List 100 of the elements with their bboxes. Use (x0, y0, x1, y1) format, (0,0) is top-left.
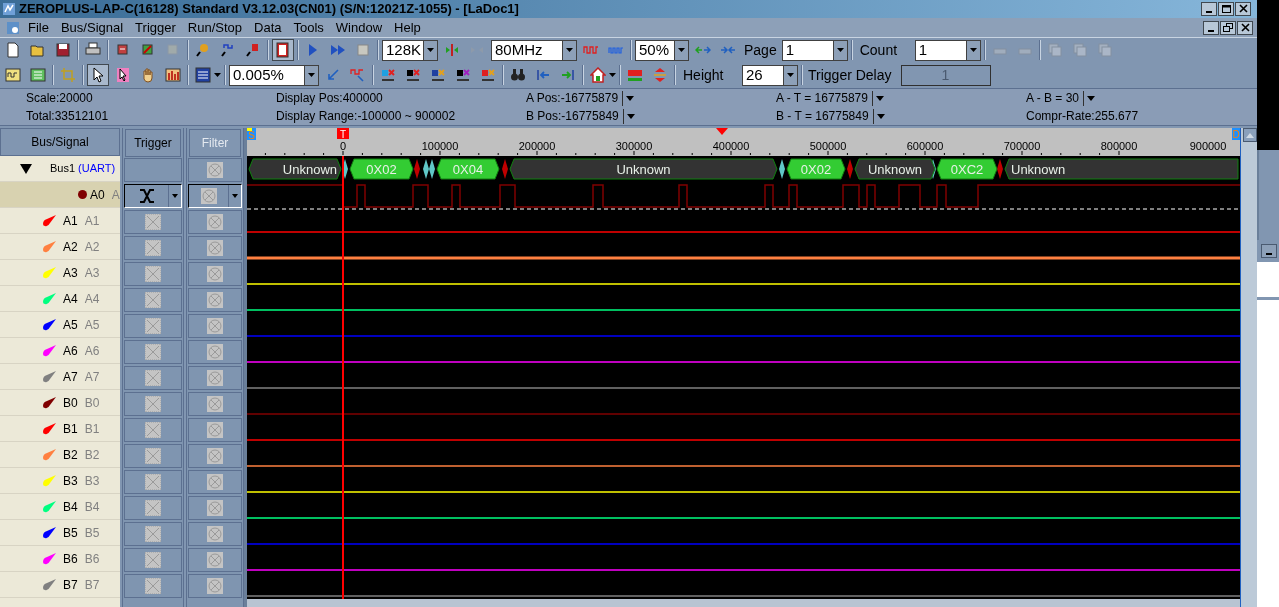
menu-item[interactable]: Window (329, 17, 389, 38)
pointer-tool-button[interactable] (87, 64, 109, 86)
trigger-marker[interactable]: T (337, 128, 349, 140)
hand-icon[interactable] (140, 67, 156, 83)
filter-cell[interactable] (188, 340, 242, 364)
filter-cell[interactable] (188, 574, 242, 598)
filter-cell[interactable] (188, 314, 242, 338)
count-combo[interactable]: 1 (914, 39, 981, 61)
trigger-cell[interactable] (124, 288, 182, 312)
save-icon[interactable] (55, 42, 71, 58)
filter-cell[interactable] (188, 236, 242, 260)
trigger-cell[interactable] (124, 522, 182, 546)
dropdown-button[interactable] (1083, 90, 1096, 106)
marker-bar-icon[interactable] (430, 67, 446, 83)
close-button[interactable] (1235, 2, 1251, 16)
square-wave-icon[interactable] (350, 67, 366, 83)
waveform-panel-icon[interactable] (5, 67, 21, 83)
binoculars-icon[interactable] (510, 67, 526, 83)
chip-icon[interactable] (115, 42, 131, 58)
dropdown-arrow-icon[interactable] (609, 73, 616, 77)
menu-item[interactable]: Trigger (129, 17, 182, 38)
time-ruler[interactable] (247, 128, 1240, 156)
filter-cell[interactable] (188, 288, 242, 312)
jump-right-icon[interactable] (560, 67, 576, 83)
probe-icon[interactable] (220, 42, 236, 58)
decoded-frame[interactable] (1004, 158, 1239, 180)
display-position-marker[interactable] (716, 128, 728, 135)
decoded-frame[interactable] (436, 158, 500, 180)
trigger-cell[interactable] (124, 158, 182, 182)
close-button[interactable] (1237, 20, 1253, 35)
horizontal-scrollbar[interactable] (247, 599, 1240, 607)
pointer-icon[interactable] (115, 67, 131, 83)
trigger-cell[interactable] (124, 366, 182, 390)
stop-icon[interactable] (355, 42, 371, 58)
jump-left-icon[interactable] (535, 67, 551, 83)
filter-cell[interactable] (188, 444, 242, 468)
scroll-up-button[interactable] (1243, 128, 1257, 142)
trigger-cell[interactable] (124, 236, 182, 260)
filter-cell[interactable] (188, 158, 242, 182)
fast-forward-icon[interactable] (330, 42, 346, 58)
dropdown-button[interactable] (622, 90, 635, 106)
filter-combo[interactable] (188, 184, 242, 208)
signal-row[interactable]: A0 A (0, 182, 120, 208)
dropdown-button[interactable] (872, 108, 885, 124)
filter-cell[interactable] (188, 366, 242, 390)
trigger-cell[interactable] (124, 210, 182, 234)
menu-item[interactable]: Run/Stop (181, 17, 248, 38)
decoded-frame[interactable] (786, 158, 846, 180)
maximize-button[interactable] (1218, 2, 1234, 16)
bus-icon[interactable] (627, 67, 643, 83)
signal-panel-icon[interactable] (195, 67, 211, 83)
filter-cell[interactable] (188, 418, 242, 442)
marker-bar-icon[interactable] (380, 67, 396, 83)
menu-item[interactable]: Data (248, 17, 288, 38)
menu-item[interactable]: Bus/Signal (54, 17, 130, 38)
trigger-cell[interactable] (124, 262, 182, 286)
decoded-frame[interactable] (248, 158, 342, 180)
restore-button[interactable] (1220, 20, 1236, 35)
threshold-combo[interactable]: 0.005% (229, 64, 319, 86)
swap-icon[interactable] (652, 67, 668, 83)
filter-cell[interactable] (188, 548, 242, 572)
trigger-cell[interactable] (124, 548, 182, 572)
chip-icon[interactable] (140, 42, 156, 58)
trigger-combo[interactable] (124, 184, 182, 208)
filter-cell[interactable] (188, 470, 242, 494)
trigger-cell[interactable] (124, 470, 182, 494)
column-header[interactable]: Trigger (125, 129, 181, 157)
trigger-cell[interactable] (124, 392, 182, 416)
marker-bar-icon[interactable] (480, 67, 496, 83)
minimize-button[interactable] (1201, 2, 1217, 16)
decoded-frame[interactable] (936, 158, 998, 180)
minimize-button[interactable] (1203, 20, 1219, 35)
filter-cell[interactable] (188, 522, 242, 546)
bar-chart-icon[interactable] (165, 67, 181, 83)
minimize-button[interactable] (1261, 244, 1277, 258)
grid-panel-icon[interactable] (30, 67, 46, 83)
trigger-cell[interactable] (124, 340, 182, 364)
trigger-cell[interactable] (124, 444, 182, 468)
zoom-combo[interactable]: 50% (635, 39, 689, 61)
filter-cell[interactable] (188, 262, 242, 286)
decoded-frame[interactable] (349, 158, 414, 180)
height-combo[interactable]: 26 (742, 64, 798, 86)
page-combo[interactable]: 1 (781, 39, 848, 61)
dropdown-arrow-icon[interactable] (214, 73, 221, 77)
trigger-cell[interactable] (124, 418, 182, 442)
document-toggle-button[interactable] (272, 39, 294, 61)
trigger-cell[interactable] (124, 574, 182, 598)
sample-depth-combo[interactable]: 128K (382, 39, 438, 61)
probe-icon[interactable] (245, 42, 261, 58)
dropdown-button[interactable] (622, 108, 635, 124)
menu-item[interactable]: Help (388, 17, 427, 38)
dropdown-button[interactable] (871, 90, 884, 106)
filter-cell[interactable] (188, 392, 242, 416)
home-icon[interactable] (590, 67, 606, 83)
filter-cell[interactable] (188, 210, 242, 234)
cursor-jump-icon[interactable] (325, 67, 341, 83)
trigger-cell[interactable] (124, 314, 182, 338)
marker-bar-icon[interactable] (455, 67, 471, 83)
marker-bar-icon[interactable] (405, 67, 421, 83)
menu-item[interactable]: File (22, 17, 55, 38)
